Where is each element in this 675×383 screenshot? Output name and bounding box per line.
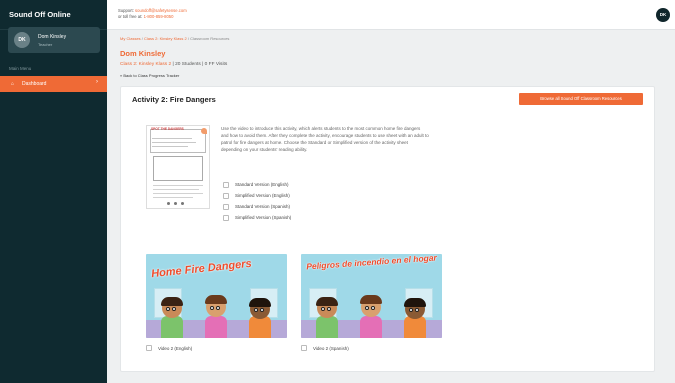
support-info: Support: soundoff@safetysense.com or tol… [118, 8, 187, 20]
user-card[interactable]: DK Dom Kinsley Teacher [8, 27, 100, 53]
video-thumbnail-english[interactable]: Home Fire Dangers [146, 254, 287, 338]
back-to-tracker-link[interactable]: « Back to Class Progress Tracker [120, 73, 179, 78]
version-option-standard-english[interactable]: Standard Version (English) [223, 179, 291, 190]
student-count: 20 Students [175, 62, 201, 67]
sidebar-item-dashboard[interactable]: ⌂ Dashboard › [0, 76, 107, 92]
version-label: Simplified Version (English) [235, 193, 290, 198]
video-label: Video 2 (Spanish) [313, 345, 349, 351]
breadcrumb-current: Classroom Resources [190, 36, 230, 41]
video-checkbox[interactable] [301, 345, 307, 351]
flame-icon [201, 128, 207, 134]
user-name: Dom Kinsley [38, 33, 67, 40]
main-menu-label: Main Menu [9, 66, 32, 71]
page-title: Dom Kinsley [120, 49, 166, 58]
worksheet-line [153, 193, 203, 194]
character-illustration [315, 286, 339, 338]
worksheet-line [153, 189, 199, 190]
worksheet-title: SPOT THE DANGERS [151, 127, 184, 131]
class-summary: Class 2: Kinsley Klass 2 | 20 Students |… [120, 62, 227, 67]
version-checkbox[interactable] [223, 203, 229, 210]
chevron-right-icon: › [96, 79, 98, 85]
home-icon: ⌂ [11, 81, 15, 87]
version-option-simplified-spanish[interactable]: Simplified Version (Spanish) [223, 212, 291, 223]
version-checkbox[interactable] [223, 181, 229, 188]
worksheet-logo-dot [174, 202, 177, 205]
visit-count: 0 FF Visits [204, 62, 228, 67]
activity-title: Activity 2: Fire Dangers [132, 95, 216, 104]
class-name[interactable]: Class 2: Kinsley Klass 2 [120, 62, 171, 67]
video-label: Video 2 (English) [158, 345, 193, 351]
worksheet-logo-dot [167, 202, 170, 205]
character-illustration [403, 288, 427, 338]
sidebar: Sound Off Online DK Dom Kinsley Teacher … [0, 0, 107, 383]
character-illustration [248, 288, 272, 338]
video-thumbnail-spanish[interactable]: Peligros de incendio en el hogar [301, 254, 442, 338]
version-option-standard-spanish[interactable]: Standard Version (Spanish) [223, 201, 291, 212]
account-avatar[interactable]: DK [656, 8, 670, 22]
user-info: Dom Kinsley Teacher [38, 34, 66, 47]
worksheet-line [153, 185, 203, 186]
user-role: Teacher [38, 41, 53, 47]
worksheet-logo-dot [181, 202, 184, 205]
support-prefix: Support: [118, 8, 134, 13]
avatar: DK [14, 32, 30, 48]
video-option-english[interactable]: Video 2 (English) [146, 345, 192, 351]
character-illustration [204, 284, 228, 338]
activity-card: Activity 2: Fire Dangers Browse all Soun… [120, 86, 655, 372]
version-option-simplified-english[interactable]: Simplified Version (English) [223, 190, 291, 201]
version-checkbox[interactable] [223, 192, 229, 199]
support-phone-prefix: or toll free at: [118, 14, 143, 19]
version-label: Simplified Version (Spanish) [235, 215, 292, 220]
video-checkbox[interactable] [146, 345, 152, 351]
worksheet-line [152, 138, 192, 139]
character-illustration [359, 284, 383, 338]
video-title-spanish: Peligros de incendio en el hogar [305, 254, 438, 272]
breadcrumb-my-classes[interactable]: My Classes [120, 36, 141, 41]
app-title[interactable]: Sound Off Online [0, 0, 107, 30]
worksheet-house-illustration [153, 156, 203, 181]
support-email-link[interactable]: soundoff@safetysense.com [135, 8, 187, 13]
character-illustration [160, 286, 184, 338]
worksheet-thumbnail[interactable]: SPOT THE DANGERS [146, 125, 210, 209]
activity-description: Use the video to introduce this activity… [221, 126, 429, 152]
version-checkbox[interactable] [223, 214, 229, 221]
breadcrumb: My Classes / Class 2: Kinsley Klass 2 / … [120, 36, 229, 41]
video-option-spanish[interactable]: Video 2 (Spanish) [301, 345, 349, 351]
support-phone-link[interactable]: 1-800-859-8050 [144, 14, 174, 19]
video-title-english: Home Fire Dangers [150, 257, 253, 281]
version-label: Standard Version (English) [235, 182, 289, 187]
browse-resources-button[interactable]: Browse all Sound Off Classroom Resources [519, 93, 643, 105]
topbar: Support: soundoff@safetysense.com or tol… [107, 0, 675, 30]
sidebar-item-label: Dashboard [22, 81, 47, 87]
worksheet-line [153, 197, 193, 198]
version-list: Standard Version (English) Simplified Ve… [223, 179, 291, 223]
worksheet-header-box [150, 129, 206, 153]
version-label: Standard Version (Spanish) [235, 204, 291, 209]
worksheet-line [152, 146, 188, 147]
worksheet-line [152, 142, 196, 143]
breadcrumb-class[interactable]: Class 2: Kinsley Klass 2 [144, 36, 187, 41]
